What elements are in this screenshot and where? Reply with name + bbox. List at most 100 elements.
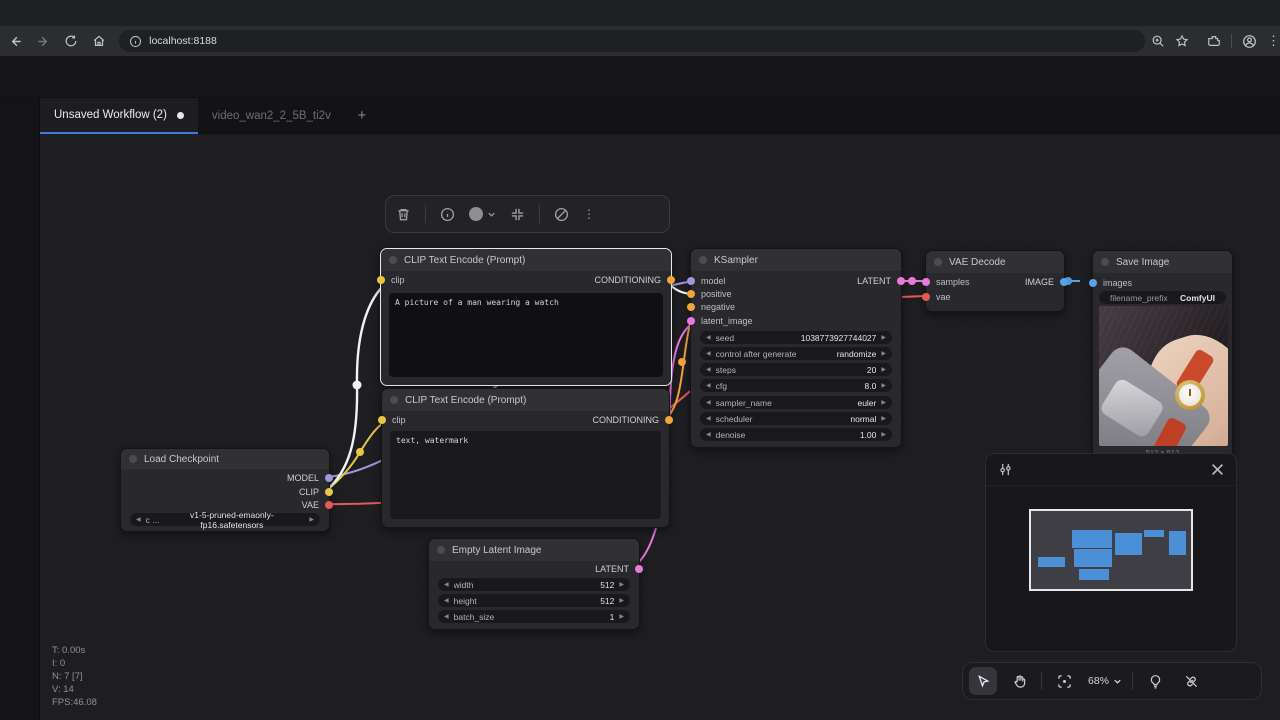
node-title-bar[interactable]: VAE Decode — [926, 251, 1064, 273]
increment-arrow-icon[interactable]: ▶ — [619, 597, 624, 604]
node-title-bar[interactable]: Load Checkpoint — [121, 449, 329, 469]
node-title-bar[interactable]: KSampler — [691, 249, 901, 271]
decrement-arrow-icon[interactable]: ◀ — [706, 350, 711, 357]
vae-input-port[interactable] — [922, 293, 930, 301]
increment-arrow-icon[interactable]: ▶ — [881, 399, 886, 406]
new-workflow-tab-button[interactable]: + — [345, 98, 379, 133]
latent-output-port[interactable] — [897, 277, 905, 285]
increment-arrow-icon[interactable]: ▶ — [881, 350, 886, 357]
home-icon[interactable] — [87, 29, 111, 53]
site-info-icon[interactable] — [129, 35, 142, 48]
minimap-viewport[interactable] — [1029, 509, 1193, 591]
node-save-image[interactable]: Save Image images filename_prefix ComfyU… — [1092, 250, 1233, 458]
delete-node-icon[interactable] — [396, 207, 411, 222]
node-title-bar[interactable]: Save Image — [1093, 251, 1232, 273]
minimap-close-icon[interactable] — [1211, 463, 1224, 476]
clip-input-port[interactable] — [377, 276, 385, 284]
model-output-port[interactable] — [325, 474, 333, 482]
increment-arrow-icon[interactable]: ▶ — [881, 334, 886, 341]
more-options-icon[interactable]: ⋮ — [583, 207, 595, 221]
node-clip-text-encode-negative[interactable]: CLIP Text Encode (Prompt) clip CONDITION… — [381, 388, 670, 528]
latent-output-port[interactable] — [635, 565, 643, 573]
browser-menu-icon[interactable]: ⋮ — [1267, 33, 1280, 49]
widget-filename-prefix[interactable]: filename_prefix ComfyUI — [1099, 291, 1226, 304]
widget-width[interactable]: ◀ width 512 ▶ — [438, 578, 630, 591]
decrement-arrow-icon[interactable]: ◀ — [706, 366, 711, 373]
decrement-arrow-icon[interactable]: ◀ — [136, 516, 141, 523]
increment-arrow-icon[interactable]: ▶ — [309, 516, 314, 523]
url-text[interactable]: localhost:8188 — [149, 35, 217, 47]
increment-arrow-icon[interactable]: ▶ — [881, 415, 886, 422]
decrement-arrow-icon[interactable]: ◀ — [706, 334, 711, 341]
decrement-arrow-icon[interactable]: ◀ — [444, 597, 449, 604]
bookmark-star-icon[interactable] — [1175, 34, 1189, 48]
select-tool-button[interactable] — [969, 667, 997, 695]
node-title-bar[interactable]: Empty Latent Image — [429, 539, 639, 561]
url-bar[interactable]: localhost:8188 — [119, 30, 1145, 52]
profile-icon[interactable] — [1242, 34, 1257, 49]
forward-icon[interactable] — [32, 29, 56, 53]
collapse-dot-icon[interactable] — [129, 455, 137, 463]
images-input-port[interactable] — [1089, 279, 1097, 287]
toggle-links-button[interactable] — [1177, 667, 1205, 695]
vae-output-port[interactable] — [325, 501, 333, 509]
widget-seed[interactable]: ◀ seed 1038773927744027 ▶ — [700, 331, 892, 344]
node-color-picker[interactable] — [469, 207, 496, 221]
collapse-dot-icon[interactable] — [437, 546, 445, 554]
widget-cfg[interactable]: ◀ cfg 8.0 ▶ — [700, 379, 892, 392]
image-output-port[interactable] — [1060, 278, 1068, 286]
clip-output-port[interactable] — [325, 488, 333, 496]
extensions-icon[interactable] — [1207, 34, 1221, 48]
increment-arrow-icon[interactable]: ▶ — [881, 366, 886, 373]
node-title-bar[interactable]: CLIP Text Encode (Prompt) — [382, 389, 669, 411]
node-clip-text-encode-positive[interactable]: CLIP Text Encode (Prompt) clip CONDITION… — [380, 248, 672, 386]
toggle-hints-button[interactable] — [1141, 667, 1169, 695]
workflow-tab-inactive[interactable]: video_wan2_2_5B_ti2v — [198, 98, 345, 134]
color-chip[interactable] — [469, 207, 483, 221]
decrement-arrow-icon[interactable]: ◀ — [706, 399, 711, 406]
zoom-level-dropdown[interactable]: 68% — [1086, 675, 1124, 687]
widget-sampler-name[interactable]: ◀ sampler_name euler ▶ — [700, 396, 892, 409]
widget-steps[interactable]: ◀ steps 20 ▶ — [700, 363, 892, 376]
node-empty-latent-image[interactable]: Empty Latent Image LATENT ◀ width 512 ▶ … — [428, 538, 640, 630]
conditioning-output-port[interactable] — [667, 276, 675, 284]
collapse-dot-icon[interactable] — [934, 258, 942, 266]
pan-tool-button[interactable] — [1005, 667, 1033, 695]
collapse-dot-icon[interactable] — [1101, 258, 1109, 266]
bypass-node-icon[interactable] — [554, 207, 569, 222]
reload-icon[interactable] — [60, 29, 84, 53]
prompt-textarea[interactable]: A picture of a man wearing a watch — [389, 293, 663, 377]
minimap-panel[interactable] — [985, 453, 1237, 652]
collapse-dot-icon[interactable] — [389, 256, 397, 264]
widget-control-after-generate[interactable]: ◀ control after generate randomize ▶ — [700, 347, 892, 360]
increment-arrow-icon[interactable]: ▶ — [619, 581, 624, 588]
decrement-arrow-icon[interactable]: ◀ — [444, 613, 449, 620]
decrement-arrow-icon[interactable]: ◀ — [444, 581, 449, 588]
collapse-dot-icon[interactable] — [390, 396, 398, 404]
samples-input-port[interactable] — [922, 278, 930, 286]
model-input-port[interactable] — [687, 277, 695, 285]
collapse-node-icon[interactable] — [510, 207, 525, 222]
collapse-dot-icon[interactable] — [699, 256, 707, 264]
node-load-checkpoint[interactable]: Load Checkpoint MODEL CLIP VAE ◀ c ... v… — [120, 448, 330, 532]
decrement-arrow-icon[interactable]: ◀ — [706, 382, 711, 389]
minimap-settings-icon[interactable] — [998, 462, 1013, 477]
decrement-arrow-icon[interactable]: ◀ — [706, 431, 711, 438]
negative-input-port[interactable] — [687, 303, 695, 311]
clip-input-port[interactable] — [378, 416, 386, 424]
increment-arrow-icon[interactable]: ▶ — [881, 382, 886, 389]
node-vae-decode[interactable]: VAE Decode samples IMAGE vae — [925, 250, 1065, 312]
zoom-page-icon[interactable] — [1151, 34, 1165, 48]
latent-image-input-port[interactable] — [687, 317, 695, 325]
decrement-arrow-icon[interactable]: ◀ — [706, 415, 711, 422]
widget-ckpt-name[interactable]: ◀ c ... v1-5-pruned-emaonly-fp16.safeten… — [130, 513, 320, 526]
widget-scheduler[interactable]: ◀ scheduler normal ▶ — [700, 412, 892, 425]
positive-input-port[interactable] — [687, 290, 695, 298]
info-icon[interactable] — [440, 207, 455, 222]
widget-denoise[interactable]: ◀ denoise 1.00 ▶ — [700, 428, 892, 441]
node-title-bar[interactable]: CLIP Text Encode (Prompt) — [381, 249, 671, 271]
workflow-tab-active[interactable]: Unsaved Workflow (2) — [40, 98, 198, 134]
increment-arrow-icon[interactable]: ▶ — [881, 431, 886, 438]
back-icon[interactable] — [4, 29, 28, 53]
fit-view-button[interactable] — [1050, 667, 1078, 695]
